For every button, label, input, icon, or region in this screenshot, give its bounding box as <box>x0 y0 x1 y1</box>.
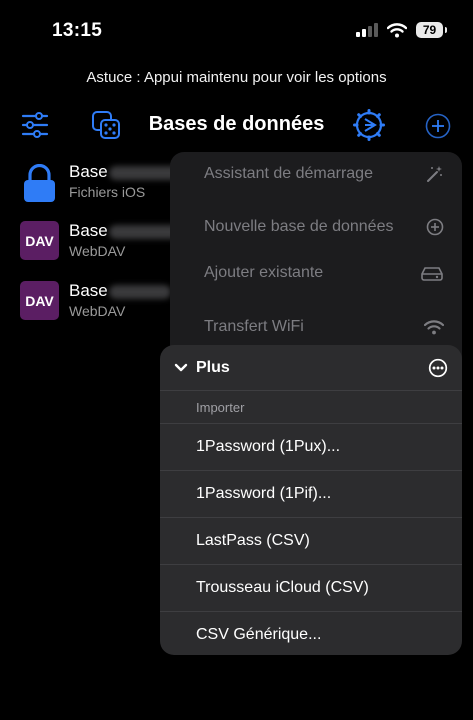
hint-text: Astuce : Appui maintenu pour voir les op… <box>86 69 387 86</box>
battery-indicator: 79 <box>416 22 447 38</box>
submenu-header[interactable]: Plus <box>160 345 462 391</box>
status-time: 13:15 <box>52 20 103 41</box>
plus-circle-icon <box>426 218 444 236</box>
import-lastpass-csv[interactable]: LastPass (CSV) <box>160 518 462 565</box>
database-name: Base <box>69 281 108 300</box>
cellular-signal-icon <box>356 23 378 37</box>
menu-item-add-existing[interactable]: Ajouter existante <box>204 264 444 282</box>
page-title: Bases de données <box>148 113 325 135</box>
lock-icon <box>24 164 55 202</box>
menu-item-startup-wizard[interactable]: Assistant de démarrage <box>204 164 444 184</box>
redacted-text <box>108 284 171 299</box>
import-1password-1pif[interactable]: 1Password (1Pif)... <box>160 471 462 518</box>
redacted-text <box>108 224 179 239</box>
import-1password-1pux[interactable]: 1Password (1Pux)... <box>160 424 462 471</box>
status-icons: 79 <box>356 22 447 38</box>
menu-item-wifi-transfer[interactable]: Transfert WiFi <box>204 318 444 336</box>
database-location: Fichiers iOS <box>69 184 146 200</box>
section-header-import: Importer <box>160 391 462 424</box>
wifi-icon <box>424 319 444 334</box>
add-database-button[interactable] <box>424 112 452 140</box>
context-menu: Assistant de démarrage Nouvelle base de … <box>170 152 462 372</box>
ellipsis-circle-icon <box>428 358 448 377</box>
menu-item-label: Assistant de démarrage <box>204 165 373 182</box>
import-generic-csv[interactable]: CSV Générique... <box>160 612 462 655</box>
database-row[interactable]: DAV Base WebDAV <box>20 221 179 260</box>
chevron-down-icon <box>174 363 188 371</box>
submenu-title: Plus <box>196 358 230 376</box>
dav-badge-icon: DAV <box>20 281 59 320</box>
drive-icon <box>421 267 443 281</box>
magic-wand-icon <box>427 166 442 182</box>
settings-button[interactable] <box>352 108 386 142</box>
database-location: WebDAV <box>69 243 126 259</box>
submenu-plus: Plus Importer 1Password (1Pux)... 1Passw… <box>160 345 462 655</box>
wifi-status-icon <box>387 22 407 37</box>
menu-item-label: Nouvelle base de données <box>204 218 394 235</box>
gear-icon <box>353 109 385 141</box>
database-row[interactable]: Base Fichiers iOS <box>20 162 181 204</box>
menu-item-label: Transfert WiFi <box>204 318 304 335</box>
database-row[interactable]: DAV Base WebDAV <box>20 281 171 320</box>
plus-circle-icon <box>425 113 451 139</box>
menu-item-label: Ajouter existante <box>204 264 324 281</box>
import-icloud-keychain-csv[interactable]: Trousseau iCloud (CSV) <box>160 565 462 612</box>
database-name: Base <box>69 162 108 181</box>
database-name: Base <box>69 221 108 240</box>
database-location: WebDAV <box>69 303 126 319</box>
menu-item-new-database[interactable]: Nouvelle base de données <box>204 218 444 236</box>
dav-badge-icon: DAV <box>20 221 59 260</box>
